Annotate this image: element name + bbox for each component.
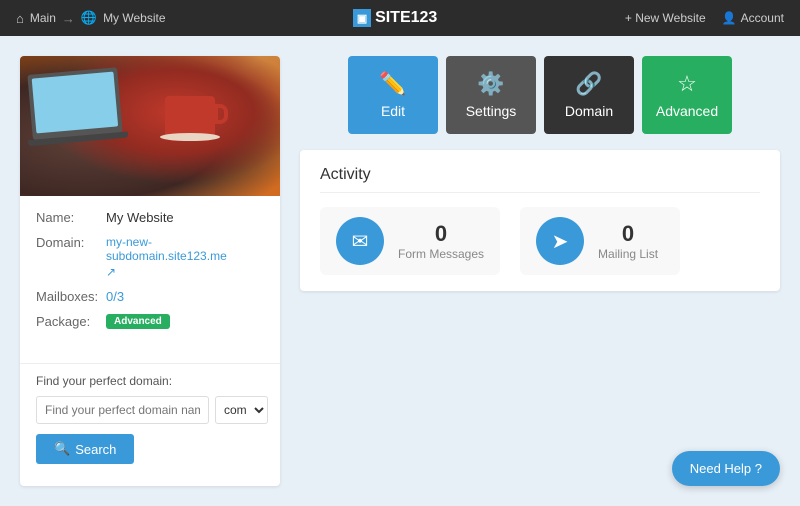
left-panel: Name: My Website Domain: my-new-subdomai…	[20, 56, 280, 486]
mailboxes-label: Mailboxes:	[36, 289, 106, 304]
cup-handle	[214, 104, 228, 124]
domain-search-section: Find your perfect domain: com net org in…	[20, 374, 280, 480]
help-button[interactable]: Need Help ?	[672, 451, 780, 486]
mailing-list-card: ➤ 0 Mailing List	[520, 207, 680, 275]
account-label: Account	[741, 11, 784, 25]
site-info: Name: My Website Domain: my-new-subdomai…	[20, 196, 280, 353]
form-messages-icon: ✉	[336, 217, 384, 265]
domain-search-input[interactable]	[36, 396, 209, 424]
toolbar: ✏️ Edit ⚙️ Settings 🔗 Domain ☆ Advanced	[300, 56, 780, 134]
activity-cards: ✉ 0 Form Messages ➤ 0 Mailing List	[320, 207, 760, 275]
advanced-button[interactable]: ☆ Advanced	[642, 56, 732, 134]
new-website-button[interactable]: + New Website	[625, 11, 706, 25]
search-icon: 🔍	[54, 441, 70, 457]
cup-saucer	[160, 133, 220, 141]
search-button-label: Search	[75, 442, 116, 457]
mailboxes-value: 0/3	[106, 289, 124, 304]
nav-right: + New Website 👤 Account	[625, 11, 784, 25]
domain-row: Domain: my-new-subdomain.site123.me ↗	[36, 235, 264, 279]
laptop-screen	[32, 72, 118, 134]
logo: ▣ SITE123	[353, 9, 437, 27]
site-thumbnail	[20, 56, 280, 196]
activity-title: Activity	[320, 166, 760, 193]
mailing-list-icon: ➤	[536, 217, 584, 265]
domain-label: Domain:	[36, 235, 106, 250]
package-row: Package: Advanced	[36, 314, 264, 329]
name-value: My Website	[106, 210, 174, 225]
form-messages-card: ✉ 0 Form Messages	[320, 207, 500, 275]
home-icon: ⌂	[16, 11, 24, 26]
domain-search-button[interactable]: 🔍 Search	[36, 434, 134, 464]
advanced-icon: ☆	[677, 71, 697, 97]
domain-label: Domain	[565, 103, 613, 119]
activity-section: Activity ✉ 0 Form Messages ➤ 0 Mailing L…	[300, 150, 780, 291]
mailboxes-row: Mailboxes: 0/3	[36, 289, 264, 304]
domain-button[interactable]: 🔗 Domain	[544, 56, 634, 134]
form-messages-count: 0	[398, 221, 484, 247]
edit-label: Edit	[381, 103, 405, 119]
divider	[20, 363, 280, 364]
name-label: Name:	[36, 210, 106, 225]
main-content: Name: My Website Domain: my-new-subdomai…	[0, 36, 800, 506]
edit-icon: ✏️	[379, 71, 406, 97]
right-panel: ✏️ Edit ⚙️ Settings 🔗 Domain ☆ Advanced …	[300, 56, 780, 486]
domain-link[interactable]: my-new-subdomain.site123.me	[106, 235, 264, 263]
breadcrumb-main[interactable]: Main	[30, 11, 56, 25]
domain-icon: 🔗	[575, 71, 602, 97]
domain-extension-select[interactable]: com net org info	[215, 396, 268, 424]
package-badge: Advanced	[106, 314, 170, 329]
breadcrumb-site[interactable]: My Website	[103, 11, 165, 25]
mailing-list-info: 0 Mailing List	[598, 221, 658, 261]
edit-button[interactable]: ✏️ Edit	[348, 56, 438, 134]
advanced-label: Advanced	[656, 103, 718, 119]
logo-text: SITE123	[375, 9, 437, 27]
form-messages-info: 0 Form Messages	[398, 221, 484, 261]
website-icon: 🌐	[81, 10, 97, 26]
package-label: Package:	[36, 314, 106, 329]
form-messages-label: Form Messages	[398, 247, 484, 261]
logo-icon: ▣	[353, 9, 371, 27]
mailing-list-count: 0	[598, 221, 658, 247]
account-button[interactable]: 👤 Account	[722, 11, 784, 25]
breadcrumb: ⌂ Main → 🌐 My Website	[16, 10, 166, 26]
settings-button[interactable]: ⚙️ Settings	[446, 56, 536, 134]
settings-icon: ⚙️	[477, 71, 504, 97]
mailing-list-label: Mailing List	[598, 247, 658, 261]
user-icon: 👤	[722, 11, 737, 25]
external-link-icon[interactable]: ↗	[106, 265, 264, 279]
breadcrumb-arrow: →	[62, 11, 75, 26]
laptop-decoration	[27, 67, 122, 140]
coffee-cup-decoration	[160, 86, 220, 141]
domain-search-label: Find your perfect domain:	[36, 374, 264, 388]
top-navigation: ⌂ Main → 🌐 My Website ▣ SITE123 + New We…	[0, 0, 800, 36]
domain-input-row: com net org info	[36, 396, 264, 424]
settings-label: Settings	[466, 103, 517, 119]
name-row: Name: My Website	[36, 210, 264, 225]
